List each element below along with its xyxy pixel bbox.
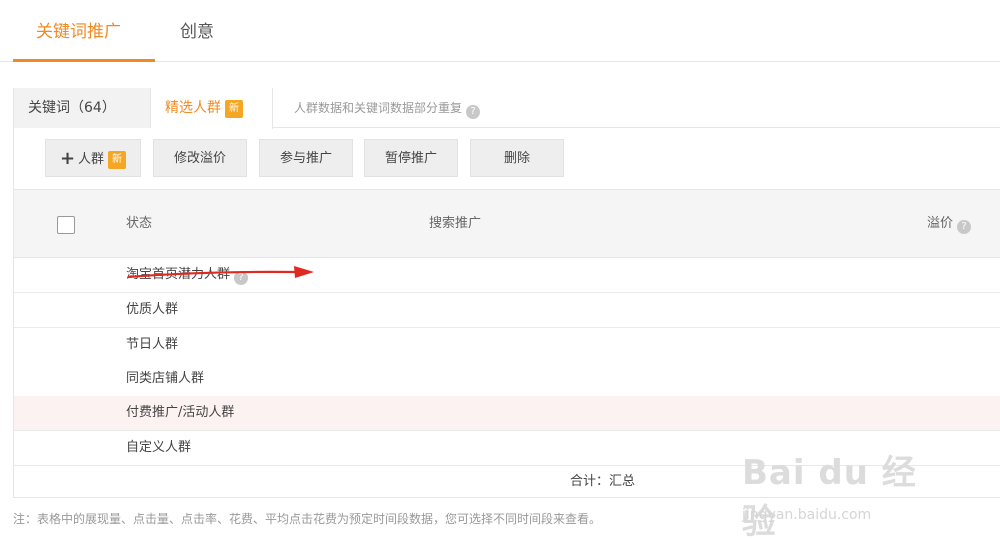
row-label: 自定义人群	[126, 440, 192, 455]
table-row[interactable]: 自定义人群	[14, 431, 1000, 466]
info-icon[interactable]: ?	[466, 105, 481, 119]
column-premium[interactable]: 溢价?	[927, 190, 972, 258]
table-row[interactable]: 同类店铺人群	[14, 362, 1000, 397]
row-label: 优质人群	[126, 302, 179, 317]
tab-keywords[interactable]: 关键词（64）	[14, 88, 151, 128]
table-row[interactable]: 节日人群	[14, 328, 1000, 363]
add-audience-button[interactable]: + 人群新	[45, 139, 141, 177]
table-header: 状态 搜索推广 溢价?	[14, 190, 1000, 258]
total-row: 合计：汇总	[14, 466, 1000, 498]
column-premium-label: 溢价	[927, 216, 954, 231]
watermark-url: jingyan.baidu.com	[742, 507, 872, 523]
table-row[interactable]: 付费推广/活动人群	[14, 396, 1000, 431]
row-label: 付费推广/活动人群	[126, 405, 235, 420]
tab-note: 人群数据和关键词数据部分重复?	[294, 88, 481, 128]
active-tab-indicator	[13, 59, 155, 62]
total-label: 合计：汇总	[570, 474, 636, 489]
delete-button[interactable]: 删除	[470, 139, 564, 177]
footnote: 注：表格中的展现量、点击量、点击率、花费、平均点击花费为预定时间段数据，您可选择…	[13, 512, 602, 526]
tab-note-text: 人群数据和关键词数据部分重复	[294, 101, 463, 115]
main-panel: 关键词（64） 精选人群新 人群数据和关键词数据部分重复? + 人群新 修改溢价 …	[13, 88, 1000, 498]
plus-icon: +	[59, 148, 76, 169]
tab-selected-audience[interactable]: 精选人群新	[151, 88, 273, 129]
annotation-arrow-icon	[127, 266, 314, 279]
table-row[interactable]: 优质人群	[14, 293, 1000, 328]
row-label: 节日人群	[126, 337, 179, 352]
select-all-checkbox[interactable]	[57, 216, 75, 234]
add-audience-label: 人群	[78, 152, 105, 167]
info-icon[interactable]: ?	[957, 220, 972, 234]
modify-bid-button[interactable]: 修改溢价	[153, 139, 247, 177]
new-badge: 新	[108, 151, 127, 169]
pause-promotion-button[interactable]: 暂停推广	[364, 139, 458, 177]
column-search-promotion: 搜索推广	[429, 216, 482, 231]
tab-keywords-label: 关键词（64）	[28, 100, 116, 116]
tab-selected-audience-label: 精选人群	[165, 100, 221, 116]
tab-keyword-promotion[interactable]: 关键词推广	[36, 17, 121, 42]
top-tab-bar: 关键词推广 创意	[0, 0, 1000, 62]
column-status: 状态	[126, 216, 153, 231]
row-label: 同类店铺人群	[126, 371, 205, 386]
tab-creative[interactable]: 创意	[180, 17, 214, 42]
new-badge: 新	[225, 100, 243, 118]
join-promotion-button[interactable]: 参与推广	[259, 139, 353, 177]
sub-tab-bar: 关键词（64） 精选人群新 人群数据和关键词数据部分重复?	[14, 88, 1000, 129]
toolbar: + 人群新 修改溢价 参与推广 暂停推广 删除	[14, 128, 1000, 190]
